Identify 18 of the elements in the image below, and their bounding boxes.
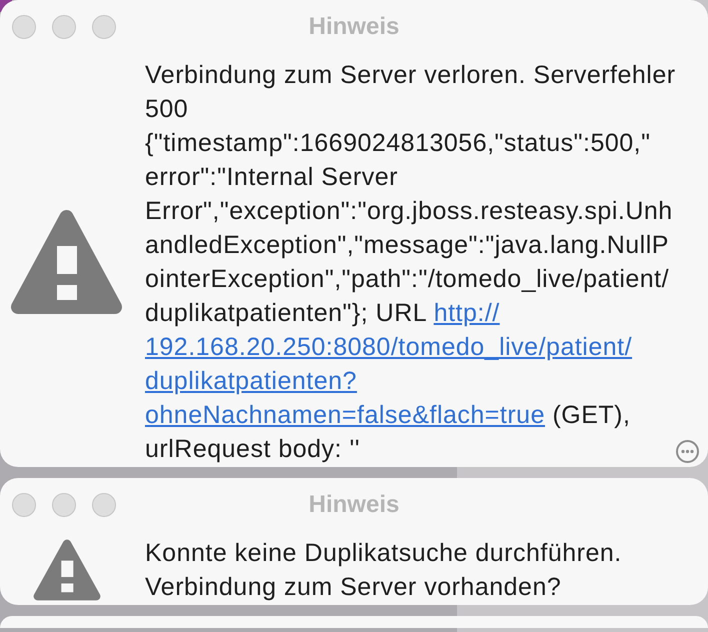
alert-message: Verbindung zum Server verloren. Serverfehler 500 {"timestamp":1669024813056,"status":500," error":"Internal Server Error","exception":"org.jboss.resteasy.spi.Unh andledException","message":"java.lang.NullP ointerException","path":"/tomedo_live/patient/ duplikatpatienten"}; URL http:// 192.168.20.250:8080/tomedo_live/patient/ duplikatpatienten? ohneNachnamen=false&flach=true (GET), urlRequest body: '' [145, 60, 676, 465]
window-button[interactable] [12, 493, 36, 517]
dialog-title: Hinweis [308, 493, 400, 517]
dialog-title: Hinweis [308, 15, 400, 39]
more-button[interactable] [676, 440, 699, 463]
url-link[interactable]: http:// [434, 299, 500, 327]
url-link[interactable]: ohneNachnamen=false&flach=true [145, 401, 545, 429]
url-link[interactable]: 192.168.20.250:8080/tomedo_live/patient/ [145, 333, 632, 361]
window-button[interactable] [92, 493, 116, 517]
alert-message: Konnte keine Duplikatsuche durchführen. Verbindung zum Server vorhanden? [145, 538, 622, 603]
window-button[interactable] [92, 15, 116, 39]
warning-icon [10, 209, 123, 315]
url-link[interactable]: duplikatpatienten? [145, 367, 357, 395]
window-button[interactable] [52, 15, 76, 39]
ellipsis-icon [676, 440, 699, 463]
window-button[interactable] [12, 15, 36, 39]
window-button[interactable] [52, 493, 76, 517]
warning-icon [32, 539, 100, 601]
